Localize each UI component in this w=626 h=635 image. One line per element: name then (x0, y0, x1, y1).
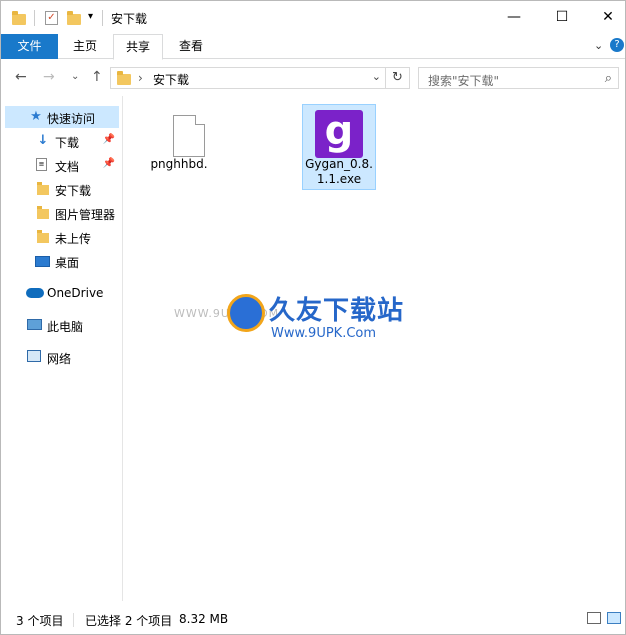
gygan-app-icon: g (315, 110, 363, 158)
tab-home[interactable]: 主页 (62, 34, 108, 59)
folder-icon (12, 11, 26, 25)
desktop-icon (35, 256, 50, 267)
customize-toolbar-icon[interactable]: ▾ (88, 11, 93, 22)
divider (102, 10, 103, 26)
pin-icon[interactable]: 📌 (103, 134, 115, 145)
close-button[interactable]: ✕ (585, 1, 626, 34)
divider (34, 10, 35, 26)
file-item[interactable]: g Gygan_0.8. 1.1.exe (302, 104, 376, 190)
search-input[interactable]: 搜索"安下载" ⌕ (418, 67, 619, 89)
sidebar-item-documents[interactable]: ≡ 文档 📌 (5, 154, 119, 176)
watermark-subtitle: Www.9UPK.Com (271, 326, 377, 341)
sidebar-item-label: 快速访问 (47, 112, 96, 126)
sidebar-item-label: 安下载 (55, 184, 92, 198)
sidebar-item-label: 网络 (47, 352, 72, 366)
star-icon: ★ (30, 109, 42, 124)
breadcrumb[interactable]: 安下载 (153, 71, 189, 88)
selection-size: 8.32 MB (179, 612, 229, 626)
ribbon-collapse-icon[interactable]: ⌄ (594, 39, 603, 52)
sidebar-item-downloads[interactable]: ↓ 下载 📌 (5, 130, 119, 152)
sidebar-item-label: 下载 (55, 136, 80, 150)
computer-icon (27, 319, 42, 330)
help-icon[interactable]: ? (610, 38, 624, 52)
refresh-button[interactable]: ↻ (385, 68, 409, 88)
file-name-line-1: Gygan_0.8. (305, 157, 373, 171)
ribbon: 文件 主页 共享 查看 ⌄ ? (1, 34, 625, 60)
item-count: 3 个项目 (16, 614, 64, 628)
navigation-pane: ★ 快速访问 ↓ 下载 📌 ≡ 文档 📌 安下载 图片管理器 未上传 桌面 On… (1, 96, 123, 601)
divider (73, 613, 74, 627)
watermark-logo-icon (227, 294, 265, 332)
search-icon[interactable]: ⌕ (605, 71, 612, 86)
sidebar-item-onedrive[interactable]: OneDrive (5, 282, 119, 304)
details-view-icon[interactable] (587, 612, 601, 624)
file-name-line-2: 1.1.exe (316, 172, 362, 186)
forward-button[interactable]: → (43, 69, 55, 85)
tab-view[interactable]: 查看 (168, 34, 214, 59)
new-folder-icon[interactable] (67, 11, 81, 25)
back-button[interactable]: ← (15, 69, 27, 85)
sidebar-item-network[interactable]: 网络 (5, 346, 119, 368)
sidebar-item-desktop[interactable]: 桌面 (5, 250, 119, 272)
download-icon: ↓ (37, 133, 49, 148)
selection-count: 已选择 2 个项目 (85, 614, 173, 628)
navigation-bar: ← → ⌄ ↑ › 安下载 ⌄ ↻ 搜索"安下载" ⌕ (1, 60, 625, 96)
watermark: WWW.9UPK.COM 久友下载站 Www.9UPK.Com (174, 281, 426, 361)
address-bar[interactable]: › 安下载 ⌄ ↻ (110, 67, 410, 89)
file-item[interactable]: pnghhbd. (141, 104, 217, 190)
sidebar-item-image-manager[interactable]: 图片管理器 (5, 202, 119, 224)
minimize-button[interactable]: — (491, 1, 537, 34)
sidebar-item-anxiazai[interactable]: 安下载 (5, 178, 119, 200)
sidebar-item-quick-access[interactable]: ★ 快速访问 (5, 106, 119, 128)
folder-icon (117, 71, 131, 85)
up-button[interactable]: ↑ (91, 69, 103, 85)
title-bar: ✓ ▾ 安下载 — ☐ ✕ (1, 1, 625, 34)
sidebar-item-this-pc[interactable]: 此电脑 (5, 314, 119, 336)
tab-file[interactable]: 文件 (1, 34, 58, 59)
sidebar-item-label: 此电脑 (47, 320, 84, 334)
sidebar-item-label: 未上传 (55, 232, 92, 246)
document-icon: ≡ (36, 158, 47, 171)
sidebar-item-not-uploaded[interactable]: 未上传 (5, 226, 119, 248)
sidebar-item-label: 文档 (55, 160, 80, 174)
network-icon (27, 350, 41, 362)
properties-icon[interactable]: ✓ (45, 11, 58, 25)
folder-icon (37, 206, 49, 219)
breadcrumb-chevron-icon[interactable]: › (138, 71, 143, 85)
recent-locations-button[interactable]: ⌄ (71, 71, 79, 82)
file-name: pnghhbd. (150, 157, 208, 171)
address-dropdown-icon[interactable]: ⌄ (372, 70, 381, 83)
blank-file-icon (173, 115, 205, 157)
sidebar-item-label: 图片管理器 (55, 208, 116, 222)
status-bar: 3 个项目 已选择 2 个项目 8.32 MB (1, 604, 625, 634)
search-placeholder: 搜索"安下载" (428, 74, 500, 88)
folder-icon (37, 230, 49, 243)
watermark-title: 久友下载站 (269, 296, 405, 326)
pin-icon[interactable]: 📌 (103, 158, 115, 169)
sidebar-item-label: 桌面 (55, 256, 80, 270)
explorer-window: ✓ ▾ 安下载 — ☐ ✕ 文件 主页 共享 查看 ⌄ ? ← → ⌄ ↑ › … (0, 0, 626, 635)
app-icon-letter: g (324, 108, 354, 154)
cloud-icon (26, 288, 44, 298)
folder-icon (37, 182, 49, 195)
sidebar-item-label: OneDrive (47, 286, 104, 300)
large-icons-view-icon[interactable] (607, 612, 621, 624)
window-title: 安下载 (111, 12, 148, 26)
tab-share[interactable]: 共享 (113, 34, 163, 60)
maximize-button[interactable]: ☐ (539, 1, 585, 34)
